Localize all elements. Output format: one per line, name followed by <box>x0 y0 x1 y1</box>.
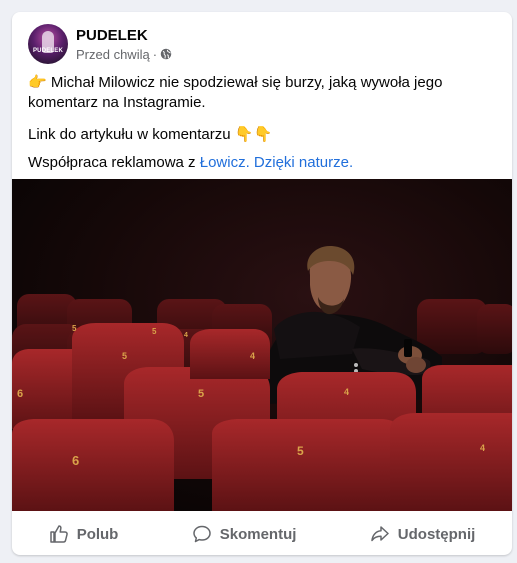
comment-label: Skomentuj <box>219 525 297 543</box>
svg-text:5: 5 <box>198 388 204 400</box>
svg-text:4: 4 <box>480 443 485 453</box>
svg-text:4: 4 <box>184 332 188 339</box>
post-line-2: Link do artykułu w komentarzu 👇👇 <box>28 124 496 145</box>
svg-text:4: 4 <box>250 351 255 361</box>
share-arrow-icon <box>371 526 389 542</box>
pointing-down-icon: 👇👇 <box>234 125 273 143</box>
svg-text:5: 5 <box>122 351 127 361</box>
post-card: PUDELEK PUDELEK Przed chwilą · 👉 Michał … <box>12 12 512 555</box>
page-avatar[interactable]: PUDELEK <box>28 24 68 64</box>
comment-button[interactable]: Skomentuj <box>178 517 311 551</box>
separator-dot: · <box>152 46 158 62</box>
page-name[interactable]: PUDELEK <box>76 26 172 45</box>
post-header: PUDELEK PUDELEK Przed chwilą · <box>28 24 172 64</box>
post-meta: PUDELEK Przed chwilą · <box>76 26 172 63</box>
sponsor-link[interactable]: Łowicz. Dzięki naturze. <box>200 154 353 171</box>
share-label: Udostępnij <box>397 525 476 543</box>
post-text: 👉 Michał Milowicz nie spodziewał się bur… <box>28 72 496 181</box>
share-button[interactable]: Udostępnij <box>356 517 490 551</box>
globe-icon[interactable] <box>160 48 172 60</box>
post-photo[interactable]: 5 5 4 5 4 6 5 4 6 5 4 <box>12 179 512 511</box>
pointing-right-icon: 👉 <box>28 73 47 91</box>
svg-text:5: 5 <box>152 327 157 336</box>
post-line-3-text: Współpraca reklamowa z <box>28 154 196 171</box>
post-time[interactable]: Przed chwilą <box>76 46 150 63</box>
post-actions: Polub Skomentuj Udostępnij <box>12 515 512 553</box>
man-in-cinema-seats-photo: 5 5 4 5 4 6 5 4 6 5 4 <box>12 179 512 511</box>
svg-text:5: 5 <box>297 444 304 458</box>
svg-text:6: 6 <box>17 388 23 400</box>
post-line-1-text: Michał Milowicz nie spodziewał się burzy… <box>28 74 443 111</box>
post-line-1: 👉 Michał Milowicz nie spodziewał się bur… <box>28 72 496 113</box>
like-label: Polub <box>76 525 119 543</box>
post-line-2-text: Link do artykułu w komentarzu <box>28 126 231 143</box>
comment-icon <box>192 525 211 543</box>
svg-text:4: 4 <box>344 387 349 397</box>
avatar-logo-text: PUDELEK <box>32 48 64 54</box>
post-subline: Przed chwilą · <box>76 46 172 63</box>
like-button[interactable]: Polub <box>35 517 133 551</box>
svg-text:5: 5 <box>72 324 77 333</box>
svg-text:6: 6 <box>72 453 79 468</box>
thumbs-up-icon <box>49 525 68 543</box>
post-line-3: Współpraca reklamowa z Łowicz. Dzięki na… <box>28 153 496 173</box>
